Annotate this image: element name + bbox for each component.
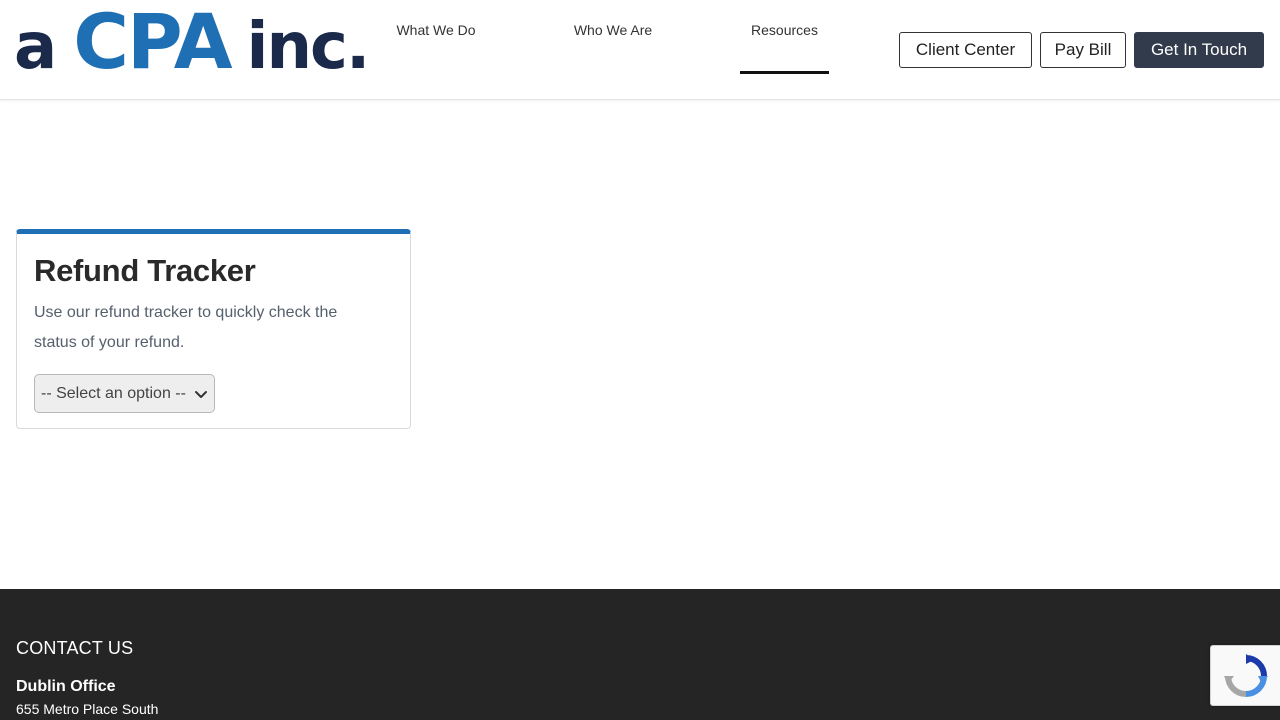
contact-us-heading: CONTACT US xyxy=(16,638,134,658)
company-logo[interactable]: a CPA inc. xyxy=(14,0,371,88)
site-header: a CPA inc. What We Do Who We Are Resourc… xyxy=(0,0,1280,100)
office-name: Dublin Office xyxy=(16,678,116,695)
logo-cpa: CPA xyxy=(73,0,232,86)
recaptcha-badge[interactable] xyxy=(1210,645,1280,706)
refund-option-select[interactable]: -- Select an option -- xyxy=(34,374,215,413)
site-footer: CONTACT US Dublin Office 655 Metro Place… xyxy=(0,589,1280,720)
logo-inc: inc. xyxy=(246,10,371,84)
logo-a: a xyxy=(14,10,57,84)
get-in-touch-button[interactable]: Get In Touch xyxy=(1134,32,1264,68)
select-value: -- Select an option -- xyxy=(41,384,186,402)
refund-tracker-card: Refund Tracker Use our refund tracker to… xyxy=(16,229,411,429)
chevron-down-icon xyxy=(195,390,207,398)
client-center-button[interactable]: Client Center xyxy=(899,32,1032,68)
pay-bill-button[interactable]: Pay Bill xyxy=(1040,32,1126,68)
office-address: 655 Metro Place South xyxy=(16,701,159,717)
nav-item-what-we-do[interactable]: What We Do xyxy=(380,0,492,74)
nav-item-who-we-are[interactable]: Who We Are xyxy=(558,0,668,74)
card-title: Refund Tracker xyxy=(34,253,256,288)
card-description: Use our refund tracker to quickly check … xyxy=(34,304,338,351)
recaptcha-icon xyxy=(1223,653,1268,697)
nav-item-resources[interactable]: Resources xyxy=(740,0,829,74)
